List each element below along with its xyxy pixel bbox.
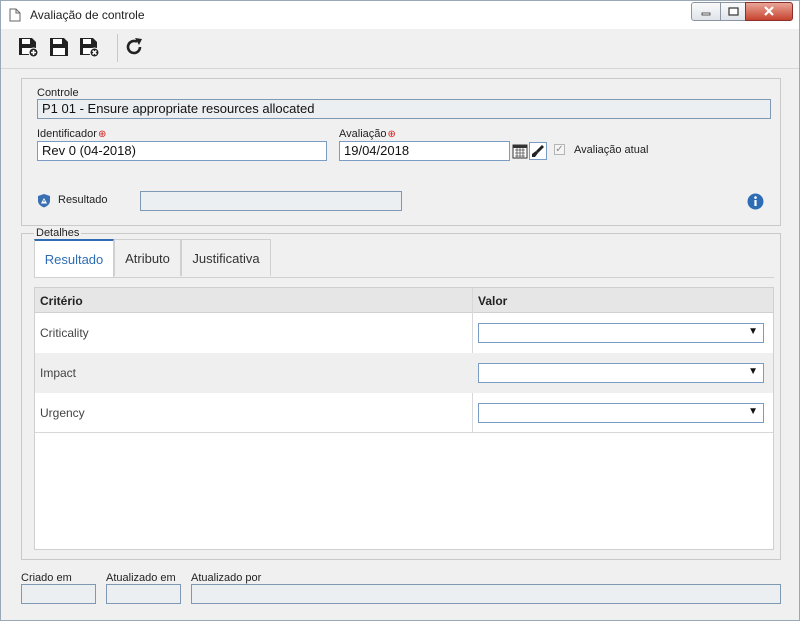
- criado-em-label: Criado em: [21, 572, 72, 584]
- dialog-window: Avaliação de controle Controle P1 01 - E…: [0, 0, 800, 621]
- resultado-label: Resultado: [58, 194, 108, 206]
- atualizado-em-field[interactable]: [106, 584, 181, 604]
- minimize-button[interactable]: [691, 2, 721, 21]
- save-button[interactable]: [47, 36, 71, 60]
- table-row[interactable]: Urgency ▼: [35, 393, 773, 433]
- maximize-icon: [727, 5, 739, 19]
- table-row[interactable]: Impact ▼: [35, 353, 773, 393]
- controle-field[interactable]: P1 01 - Ensure appropriate resources all…: [37, 99, 771, 119]
- grid-header: Critério Valor: [35, 288, 773, 313]
- tab-justificativa[interactable]: Justificativa: [181, 239, 271, 276]
- toolbar-separator: [117, 34, 118, 62]
- atualizado-por-label: Atualizado por: [191, 572, 262, 584]
- window-title: Avaliação de controle: [30, 8, 145, 22]
- minimize-icon: [701, 5, 711, 19]
- column-header-valor[interactable]: Valor: [478, 294, 507, 308]
- floppy-plus-icon: [17, 36, 39, 61]
- criterio-cell: Impact: [40, 366, 77, 380]
- valor-select[interactable]: ▼: [478, 403, 764, 423]
- controle-label: Controle: [37, 87, 79, 99]
- resultado-field[interactable]: [140, 191, 402, 211]
- avaliacao-date-field[interactable]: 19/04/2018: [339, 141, 510, 161]
- identificador-field[interactable]: Rev 0 (04-2018): [37, 141, 327, 161]
- refresh-button[interactable]: [122, 36, 146, 60]
- table-row[interactable]: Criticality ▼: [35, 313, 773, 353]
- dropdown-arrow-icon: ▼: [748, 406, 758, 417]
- required-icon: ⊕: [97, 129, 107, 140]
- info-icon[interactable]: [747, 193, 764, 213]
- floppy-icon: [48, 36, 70, 61]
- criteria-grid: Critério Valor Criticality ▼ Impact ▼ Ur…: [34, 287, 774, 550]
- details-legend: Detalhes: [34, 227, 82, 239]
- close-button[interactable]: [745, 2, 793, 21]
- dropdown-arrow-icon: ▼: [748, 326, 758, 337]
- toolbar: [1, 29, 799, 69]
- atualizado-em-label: Atualizado em: [106, 572, 176, 584]
- refresh-icon: [123, 36, 145, 61]
- tabs-divider: [34, 277, 774, 278]
- identificador-label: Identificador⊕: [37, 128, 107, 140]
- criado-em-field[interactable]: [21, 584, 96, 604]
- close-icon: [763, 5, 775, 19]
- floppy-close-icon: [78, 36, 100, 61]
- required-icon: ⊕: [387, 129, 396, 140]
- dropdown-arrow-icon: ▼: [748, 366, 758, 377]
- maximize-button[interactable]: [720, 2, 746, 21]
- avaliacao-label: Avaliação⊕: [339, 128, 396, 140]
- tab-resultado[interactable]: Resultado: [34, 239, 114, 277]
- shield-warning-icon: [37, 193, 51, 211]
- criterio-cell: Criticality: [40, 326, 89, 340]
- save-and-new-button[interactable]: [16, 36, 40, 60]
- control-info-panel: Controle P1 01 - Ensure appropriate reso…: [21, 78, 781, 226]
- avaliacao-atual-checkbox[interactable]: ✓: [554, 144, 565, 155]
- avaliacao-atual-label: Avaliação atual: [574, 144, 649, 156]
- valor-select[interactable]: ▼: [478, 363, 764, 383]
- atualizado-por-field[interactable]: [191, 584, 781, 604]
- title-bar: Avaliação de controle: [1, 1, 799, 29]
- column-header-criterio[interactable]: Critério: [40, 294, 83, 308]
- tab-atributo[interactable]: Atributo: [114, 239, 181, 276]
- save-and-close-button[interactable]: [77, 36, 101, 60]
- calendar-icon[interactable]: [512, 142, 528, 163]
- clear-brush-icon[interactable]: [529, 142, 547, 163]
- valor-select[interactable]: ▼: [478, 323, 764, 343]
- document-icon: [9, 8, 21, 25]
- criterio-cell: Urgency: [40, 406, 85, 420]
